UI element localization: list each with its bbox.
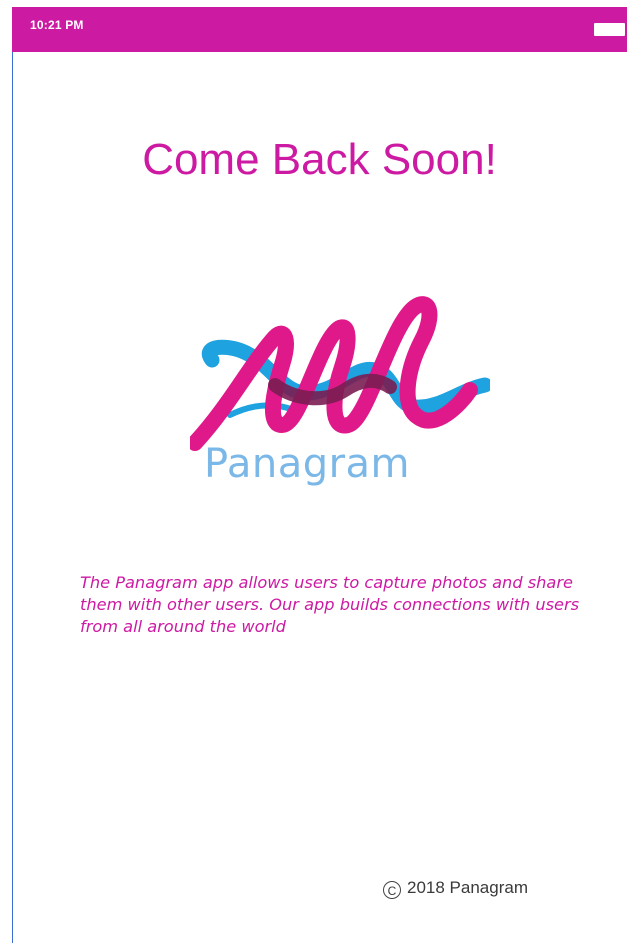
page-title: Come Back Soon! [142,135,497,184]
app-screen: 10:21 PM Come Back Soon! Panagram The Pa… [0,0,627,943]
logo-wordmark: Panagram [204,441,411,487]
status-bar: 10:21 PM [12,7,627,52]
copyright-footer: C 2018 Panagram [383,877,528,899]
battery-icon [594,23,625,36]
app-description: The Panagram app allows users to capture… [80,573,580,636]
copyright-text: 2018 Panagram [407,878,528,897]
status-time: 10:21 PM [30,18,84,32]
app-logo: Panagram [190,285,490,510]
copyright-icon: C [383,881,401,899]
